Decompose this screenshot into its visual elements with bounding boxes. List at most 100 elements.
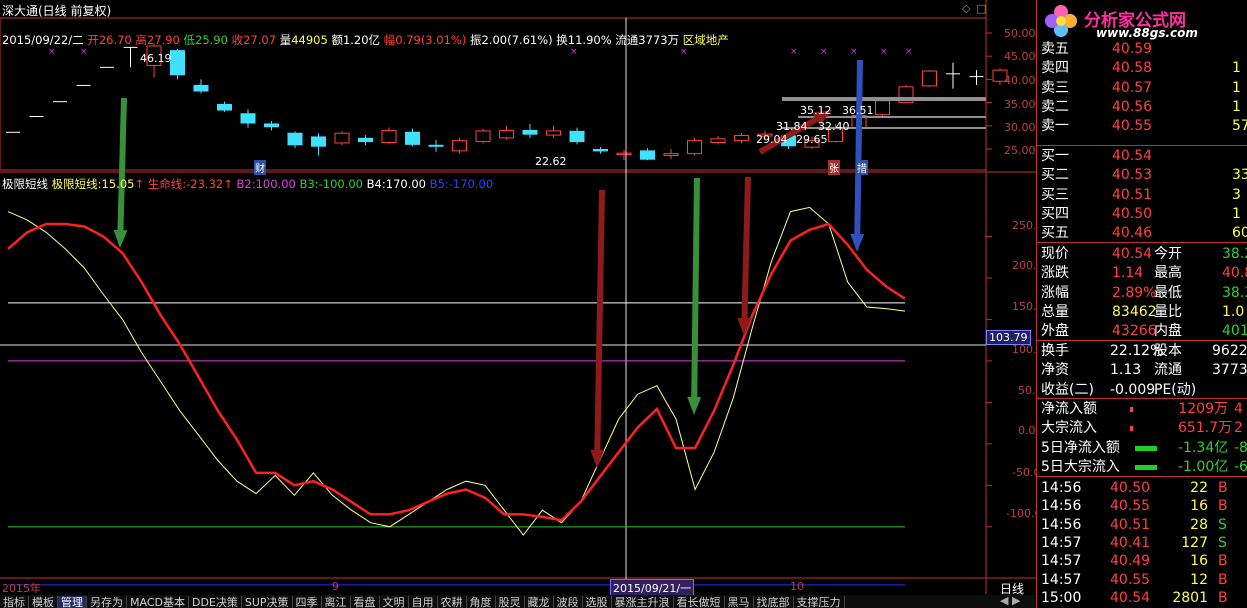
flow-label: 5日净流入额 bbox=[1041, 439, 1120, 456]
indicator-b4-label: B4: bbox=[366, 177, 386, 191]
tick-price: 40.55 bbox=[1110, 571, 1151, 588]
indicator-name: 极限短线 bbox=[2, 177, 48, 191]
flow-value: -1.00亿 bbox=[1178, 458, 1229, 475]
tick-time: 14:56 bbox=[1041, 480, 1082, 496]
tab-13[interactable]: 角度 bbox=[467, 596, 496, 608]
limit-mark: × bbox=[570, 47, 578, 57]
limit-up-marker[interactable]: 张 bbox=[828, 160, 840, 175]
flow-label: 5日大宗流入 bbox=[1041, 458, 1120, 475]
price-axis-label: 50.00 bbox=[1004, 27, 1036, 40]
tick-side: B bbox=[1218, 571, 1228, 588]
diamond-icon[interactable]: ◇ bbox=[962, 2, 970, 15]
indicator-b4-value: 170.00 bbox=[385, 177, 426, 191]
tab-2[interactable]: 管理 bbox=[58, 596, 87, 608]
bid-price: 40.53 bbox=[1112, 167, 1153, 184]
stat-value: 38.3 bbox=[1222, 284, 1247, 301]
tab-16[interactable]: 波段 bbox=[554, 596, 583, 608]
tab-1[interactable]: 模板 bbox=[29, 596, 58, 608]
tick-vol: 127 bbox=[1181, 534, 1208, 551]
bid-label: 买一 bbox=[1041, 148, 1069, 164]
tick-side: B bbox=[1218, 498, 1228, 515]
candle-body bbox=[875, 100, 890, 116]
info-high-label: 高 bbox=[135, 33, 147, 47]
tick-vol: 28 bbox=[1190, 516, 1208, 533]
tab-5[interactable]: DDE决策 bbox=[189, 596, 242, 608]
candle-body bbox=[475, 130, 491, 143]
limit-mark: × bbox=[880, 47, 888, 57]
quote-infobar: 2015/09/22/二 开26.70 高27.90 低25.90 收27.07… bbox=[2, 32, 729, 48]
info-float-label: 流通 bbox=[615, 33, 639, 47]
tick-side: B bbox=[1218, 553, 1228, 570]
box-label-36-51: 36.51 bbox=[842, 104, 874, 117]
bid-price: 40.46 bbox=[1112, 225, 1153, 242]
finance-marker[interactable]: 财 bbox=[254, 160, 266, 175]
ask-price: 40.59 bbox=[1112, 41, 1153, 57]
tick-price: 40.41 bbox=[1110, 534, 1151, 551]
month-9-label: 9 bbox=[332, 580, 339, 593]
indicator-b2-value: 100.00 bbox=[255, 177, 296, 191]
tab-7[interactable]: 四季 bbox=[293, 596, 322, 608]
tab-21[interactable]: 找底部 bbox=[754, 596, 794, 608]
tick-time: 14:56 bbox=[1041, 516, 1082, 533]
price-axis-label: 30.00 bbox=[1004, 121, 1036, 134]
flow-value: 1209万 bbox=[1178, 401, 1228, 417]
tab-12[interactable]: 农耕 bbox=[438, 596, 467, 608]
bid-price: 40.50 bbox=[1112, 205, 1153, 222]
ask-label: 卖五 bbox=[1041, 41, 1069, 57]
stat-label: 股本 bbox=[1154, 343, 1182, 359]
tab-19[interactable]: 看长做短 bbox=[674, 596, 725, 608]
indicator-b5-label: B5: bbox=[429, 177, 449, 191]
limit-mark: × bbox=[820, 47, 828, 57]
info-amount-label: 额 bbox=[331, 33, 343, 47]
bid-price: 40.54 bbox=[1112, 148, 1153, 164]
candle-body bbox=[922, 70, 937, 87]
info-high: 27.90 bbox=[146, 33, 180, 47]
info-turnover: 11.90% bbox=[567, 33, 612, 47]
flow-bar bbox=[1135, 464, 1157, 470]
low-price-mark: 22.62 bbox=[535, 155, 567, 168]
candle-body bbox=[687, 140, 702, 155]
tab-4[interactable]: MACD基本 bbox=[127, 596, 189, 608]
month-10-label: 10 bbox=[790, 580, 804, 593]
tab-17[interactable]: 选股 bbox=[583, 596, 612, 608]
maximize-icon[interactable]: □ bbox=[976, 2, 986, 15]
info-amount: 1.20亿 bbox=[342, 33, 381, 47]
tick-vol: 2801 bbox=[1172, 589, 1208, 606]
extreme-short-line bbox=[7, 206, 906, 536]
indicator-line2-value: -23.32 bbox=[186, 177, 224, 191]
tab-9[interactable]: 看盘 bbox=[351, 596, 380, 608]
ask-label: 卖二 bbox=[1041, 98, 1069, 115]
limit-mark: × bbox=[850, 47, 858, 57]
flow-bar bbox=[1130, 426, 1133, 432]
indicator-b2-label: B2: bbox=[236, 177, 256, 191]
cursor-value-label: 103.79 bbox=[986, 330, 1031, 345]
scroll-arrows[interactable]: ◀ ▶ bbox=[1000, 594, 1020, 607]
stat-label: 涨跌 bbox=[1041, 265, 1069, 282]
price-indicator-chart[interactable]: × × × × × × × × × bbox=[0, 0, 1036, 608]
tick-price: 40.50 bbox=[1110, 480, 1151, 496]
measure-marker[interactable]: 措 bbox=[856, 160, 868, 175]
indicator-b3-value: -100.00 bbox=[318, 177, 363, 191]
tick-side: B bbox=[1218, 480, 1228, 496]
tab-15[interactable]: 藏龙 bbox=[525, 596, 554, 608]
info-range: 0.79(3.01%) bbox=[395, 33, 467, 47]
tab-3[interactable]: 另存为 bbox=[87, 596, 127, 608]
tab-6[interactable]: SUP决策 bbox=[242, 596, 293, 608]
ask-label: 卖一 bbox=[1041, 118, 1069, 135]
stat-value: 1.0 bbox=[1222, 303, 1245, 320]
indicator-title: 极限短线 极限短线:15.05↑ 生命线:-23.32↑ B2:100.00 B… bbox=[2, 177, 494, 191]
tab-22[interactable]: 支撑压力 bbox=[794, 596, 845, 608]
stat-value: -0.009 bbox=[1110, 381, 1156, 398]
tab-8[interactable]: 离江 bbox=[322, 596, 351, 608]
tab-10[interactable]: 文明 bbox=[380, 596, 409, 608]
formula-tab-bar: 指标 模板 管理 另存为 MACD基本 DDE决策 SUP决策 四季 离江 看盘 文明 自用 农耕 角度股… bbox=[0, 595, 1035, 608]
tab-0[interactable]: 指标 bbox=[0, 596, 29, 608]
tab-20[interactable]: 黑马 bbox=[725, 596, 754, 608]
limit-mark: × bbox=[680, 47, 688, 57]
tab-11[interactable]: 自用 bbox=[409, 596, 438, 608]
flow-extra: 4 bbox=[1234, 401, 1243, 417]
stat-label: 收益(二) bbox=[1041, 381, 1094, 398]
tab-14[interactable]: 股灵 bbox=[496, 596, 525, 608]
info-amp: 2.00(7.61%) bbox=[481, 33, 553, 47]
tab-18[interactable]: 暴涨主升浪 bbox=[612, 596, 674, 608]
